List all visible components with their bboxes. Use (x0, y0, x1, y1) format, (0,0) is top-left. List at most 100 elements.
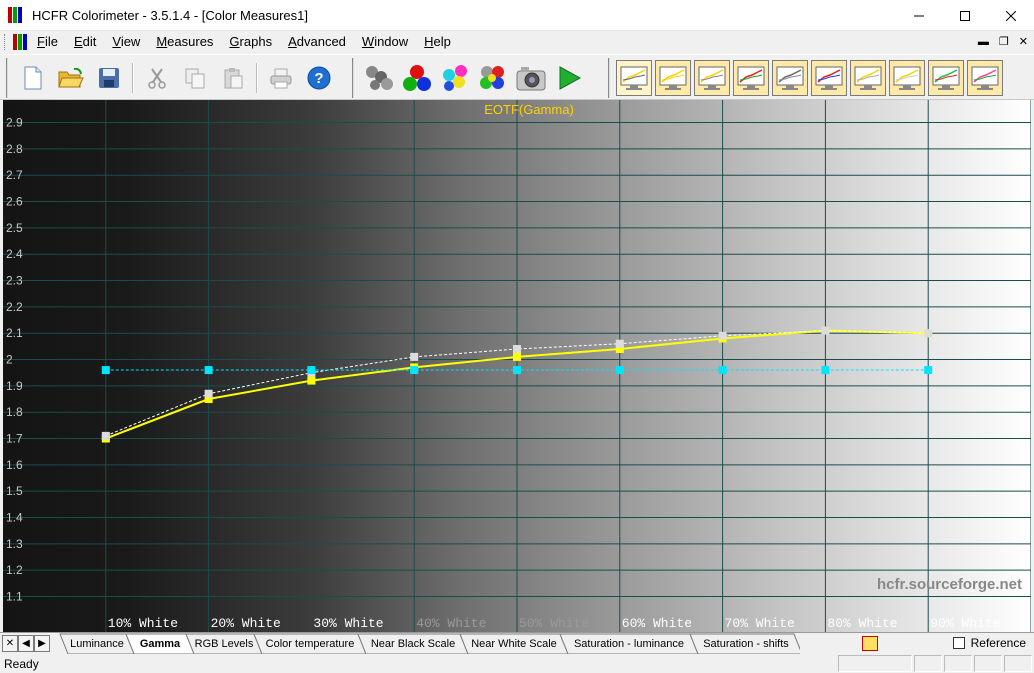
help-button[interactable]: ? (300, 59, 338, 97)
graph-3-icon (698, 66, 726, 90)
data-point (101, 431, 110, 440)
open-button[interactable] (52, 59, 90, 97)
xtick-label: 80% White (827, 616, 897, 631)
mdi-minimize-icon[interactable]: ▬ (978, 31, 989, 53)
menu-advanced[interactable]: Advanced (280, 31, 354, 53)
data-point (924, 329, 933, 338)
reference-checkbox-box[interactable] (952, 637, 965, 649)
data-point (307, 376, 316, 385)
graph-9-button[interactable] (928, 60, 964, 96)
ytick-label: 1.3 (6, 537, 23, 551)
data-point (410, 366, 419, 375)
status-text: Ready (4, 656, 39, 671)
data-point (924, 366, 933, 375)
colors-button[interactable] (436, 59, 474, 97)
menu-bar: File Edit View Measures Graphs Advanced … (0, 31, 1034, 53)
minimize-button[interactable] (896, 0, 942, 31)
tab-luminance[interactable]: Luminance (64, 634, 130, 654)
menu-view[interactable]: View (104, 31, 148, 53)
ytick-label: 2.1 (6, 326, 23, 340)
maximize-icon (960, 10, 970, 21)
tab-color-temperature[interactable]: Color temperature (258, 634, 362, 654)
copy-button[interactable] (176, 59, 214, 97)
data-point (615, 366, 624, 375)
graph-5-button[interactable] (772, 60, 808, 96)
status-panel-4 (974, 655, 1002, 672)
graph-1-button[interactable] (616, 60, 652, 96)
new-button[interactable] (14, 59, 52, 97)
graph-3-button[interactable] (694, 60, 730, 96)
paste-button[interactable] (214, 59, 252, 97)
tab-near-black-scale[interactable]: Near Black Scale (362, 634, 464, 654)
ytick-label: 2.6 (6, 195, 23, 209)
sensor-icon (366, 66, 393, 90)
cut-icon (148, 68, 166, 89)
cie-graph-button[interactable] (811, 60, 847, 96)
data-point (513, 366, 521, 375)
document-icon[interactable] (13, 34, 29, 50)
status-panel-3 (944, 655, 972, 672)
graph-7-button[interactable] (850, 60, 886, 96)
ytick-label: 2.5 (6, 221, 23, 235)
svg-text:?: ? (314, 70, 323, 87)
xtick-label: 90% White (930, 616, 1000, 631)
ytick-label: 2.3 (6, 274, 23, 288)
menu-edit[interactable]: Edit (66, 31, 104, 53)
chart-svg: 2.9 2.8 2.7 2.6 2.5 2.4 2.3 2.2 2.1 2 1.9 1.8 1.7 1.6… (3, 100, 1031, 632)
xtick-label: 10% White (108, 616, 178, 631)
menu-measures[interactable]: Measures (148, 31, 221, 53)
colors-icon (443, 65, 467, 91)
mdi-restore-icon[interactable]: ❐ (999, 31, 1009, 53)
graph-10-button[interactable] (967, 60, 1003, 96)
mdi-close-icon[interactable]: ✕ (1019, 31, 1028, 53)
status-panel-1 (838, 655, 912, 672)
graph-8-button[interactable] (889, 60, 925, 96)
close-button[interactable] (988, 0, 1034, 31)
tab-saturation-luminance[interactable]: Saturation - luminance (564, 634, 694, 654)
cut-button[interactable] (138, 59, 176, 97)
data-point (204, 389, 213, 398)
menu-help[interactable]: Help (416, 31, 459, 53)
reference-checkbox[interactable]: Reference (952, 636, 1026, 650)
tab-rgb-levels[interactable]: RGB Levels (190, 634, 258, 654)
tab-saturation-shifts[interactable]: Saturation - shifts (694, 634, 798, 654)
data-point (615, 339, 624, 348)
graph-9-icon (932, 66, 960, 90)
menu-graphs[interactable]: Graphs (221, 31, 280, 53)
open-icon (58, 67, 84, 88)
data-point (410, 352, 419, 361)
ytick-label: 2.2 (6, 300, 23, 314)
graph-2-button[interactable] (655, 60, 691, 96)
menu-grip[interactable] (4, 34, 7, 50)
tab-bar: ✕ ◀ ▶ Luminance Gamma RGB Levels Color temp… (0, 632, 1034, 655)
paste-icon (224, 68, 243, 89)
chart-title: EOTF(Gamma) (484, 102, 574, 117)
save-button[interactable] (90, 59, 128, 97)
rgb-icon (403, 65, 431, 91)
multicolor-button[interactable] (474, 59, 512, 97)
maximize-button[interactable] (942, 0, 988, 31)
tab-near-white-scale[interactable]: Near White Scale (464, 634, 564, 654)
rgb-button[interactable] (398, 59, 436, 97)
play-button[interactable] (550, 59, 588, 97)
data-point (307, 366, 316, 375)
menu-window[interactable]: Window (354, 31, 416, 53)
ytick-label: 2.4 (6, 247, 23, 261)
ytick-label: 1.8 (6, 405, 23, 419)
menu-file[interactable]: File (29, 31, 66, 53)
copy-icon (185, 68, 205, 89)
data-point (718, 331, 727, 340)
chart-icon[interactable] (862, 636, 878, 651)
graph-4-button[interactable] (733, 60, 769, 96)
tab-gamma[interactable]: Gamma (130, 634, 190, 654)
data-point (513, 352, 521, 361)
graph-2-icon (659, 66, 687, 90)
status-bar: Ready (0, 654, 1034, 673)
sensor-button[interactable] (360, 59, 398, 97)
graph-4-icon (737, 66, 765, 90)
minimize-icon (914, 15, 924, 16)
camera-button[interactable] (512, 59, 550, 97)
graph-8-icon (893, 66, 921, 90)
data-point (513, 344, 521, 353)
print-button[interactable] (262, 59, 300, 97)
